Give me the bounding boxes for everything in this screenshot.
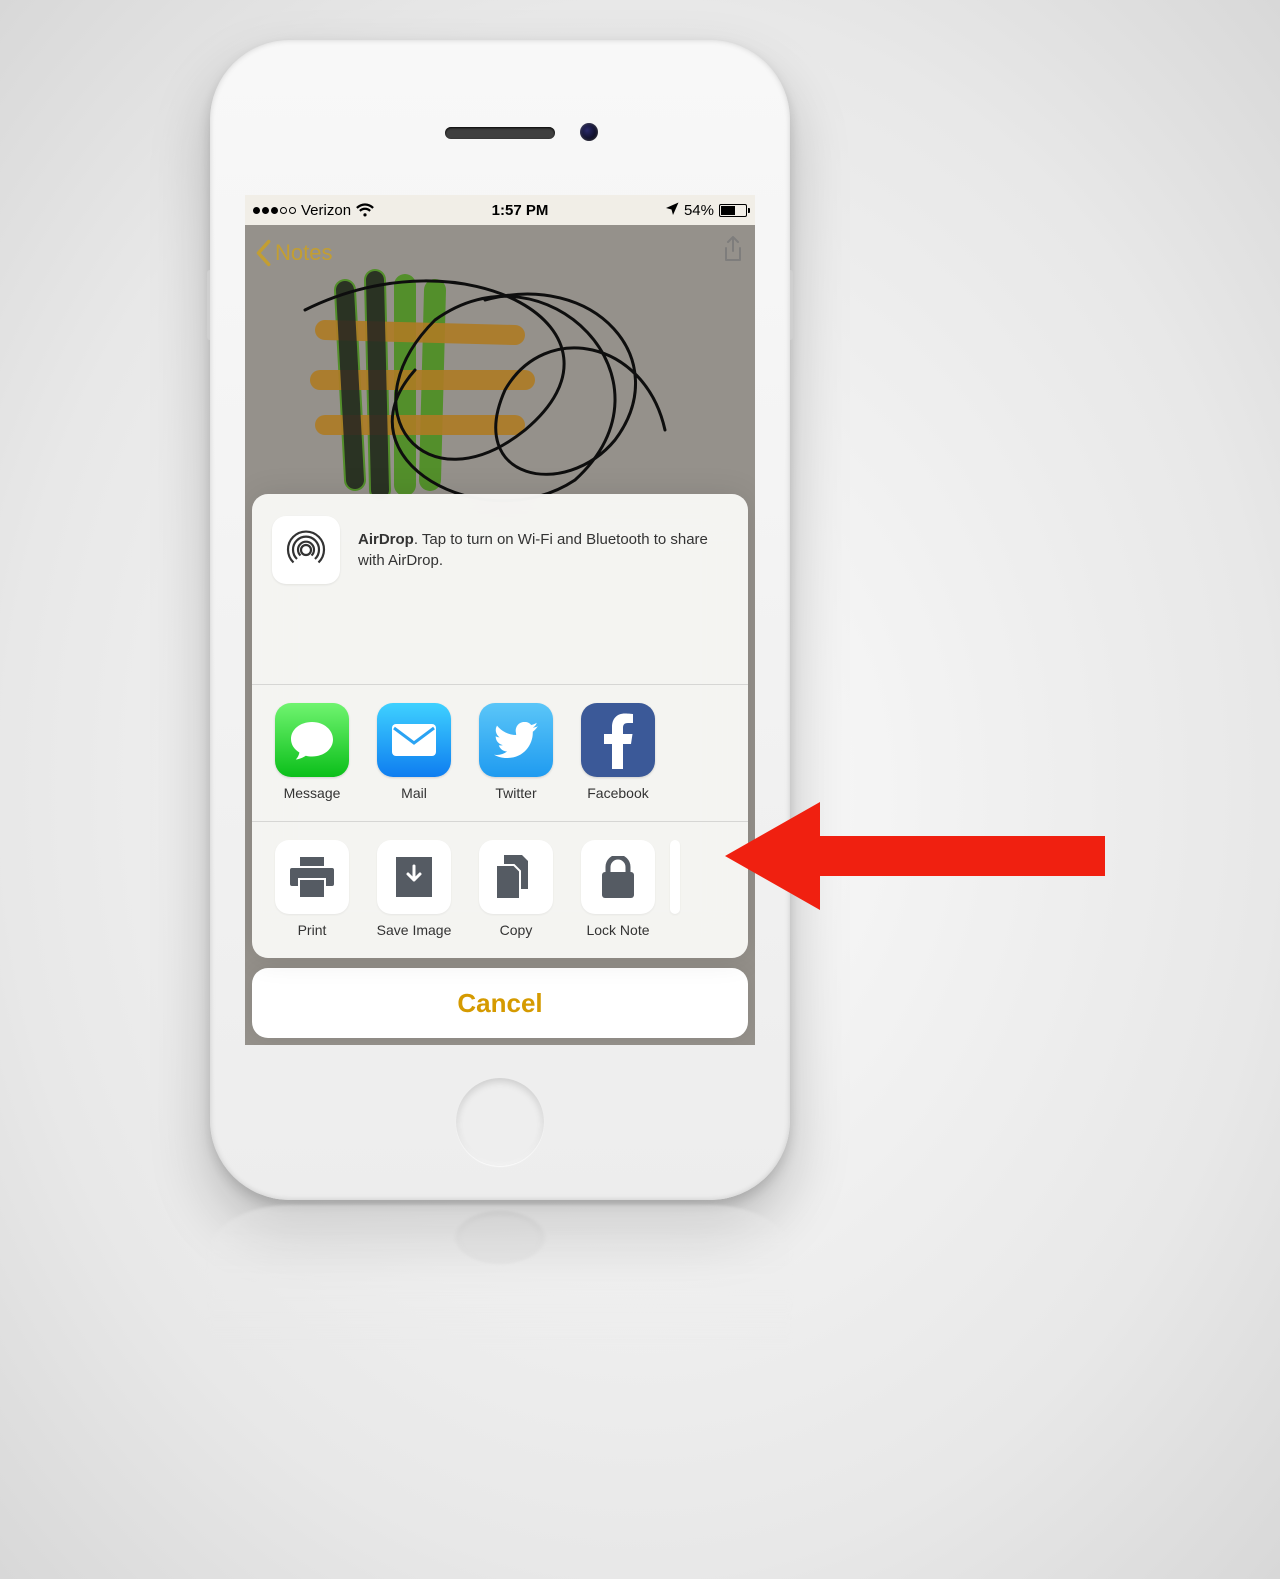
share-label: Twitter xyxy=(495,785,536,801)
save-image-icon xyxy=(377,840,451,914)
share-sheet: AirDrop. Tap to turn on Wi-Fi and Blueto… xyxy=(252,494,748,1038)
annotation-arrow-icon xyxy=(725,796,1105,921)
status-left: Verizon xyxy=(253,202,374,219)
more-icon xyxy=(670,840,680,914)
action-partial-more[interactable] xyxy=(670,840,680,938)
cancel-label: Cancel xyxy=(457,988,542,1019)
action-print[interactable]: Print xyxy=(272,840,352,938)
share-actions-row[interactable]: Print Save Image Copy xyxy=(252,822,748,958)
share-label: Lock Note xyxy=(586,922,649,938)
share-label: Mail xyxy=(401,785,427,801)
action-lock-note[interactable]: Lock Note xyxy=(578,840,658,938)
share-app-mail[interactable]: Mail xyxy=(374,703,454,801)
lock-icon xyxy=(581,840,655,914)
front-camera xyxy=(580,123,598,141)
carrier-label: Verizon xyxy=(301,202,351,219)
cancel-button[interactable]: Cancel xyxy=(252,968,748,1038)
status-bar: Verizon 1:57 PM 54% xyxy=(245,195,755,225)
battery-pct-label: 54% xyxy=(684,202,714,219)
twitter-icon xyxy=(479,703,553,777)
print-icon xyxy=(275,840,349,914)
copy-icon xyxy=(479,840,553,914)
iphone-device-frame: Verizon 1:57 PM 54% Notes xyxy=(210,40,790,1200)
share-label: Facebook xyxy=(587,785,648,801)
facebook-icon xyxy=(581,703,655,777)
phone-screen: Verizon 1:57 PM 54% Notes xyxy=(245,195,755,1045)
share-label: Message xyxy=(284,785,341,801)
share-app-twitter[interactable]: Twitter xyxy=(476,703,556,801)
status-right: 54% xyxy=(666,202,747,219)
share-label: Save Image xyxy=(377,922,452,938)
earpiece-speaker xyxy=(445,127,555,139)
signal-strength-icon xyxy=(253,207,296,214)
share-sheet-panel: AirDrop. Tap to turn on Wi-Fi and Blueto… xyxy=(252,494,748,958)
mail-icon xyxy=(377,703,451,777)
airdrop-section[interactable]: AirDrop. Tap to turn on Wi-Fi and Blueto… xyxy=(252,494,748,684)
action-save-image[interactable]: Save Image xyxy=(374,840,454,938)
airdrop-text: AirDrop. Tap to turn on Wi-Fi and Blueto… xyxy=(358,529,728,571)
share-app-facebook[interactable]: Facebook xyxy=(578,703,658,801)
share-label: Copy xyxy=(500,922,533,938)
action-copy[interactable]: Copy xyxy=(476,840,556,938)
share-apps-row[interactable]: Message Mail Twitter xyxy=(252,685,748,821)
battery-icon xyxy=(719,204,747,217)
airdrop-title: AirDrop xyxy=(358,531,414,548)
wifi-icon xyxy=(356,203,374,217)
clock-label: 1:57 PM xyxy=(492,202,549,219)
home-button[interactable] xyxy=(456,1078,544,1166)
location-icon xyxy=(666,202,679,219)
share-label: Print xyxy=(298,922,327,938)
message-icon xyxy=(275,703,349,777)
share-app-message[interactable]: Message xyxy=(272,703,352,801)
airdrop-icon xyxy=(272,516,340,584)
phone-reflection xyxy=(210,1205,790,1415)
